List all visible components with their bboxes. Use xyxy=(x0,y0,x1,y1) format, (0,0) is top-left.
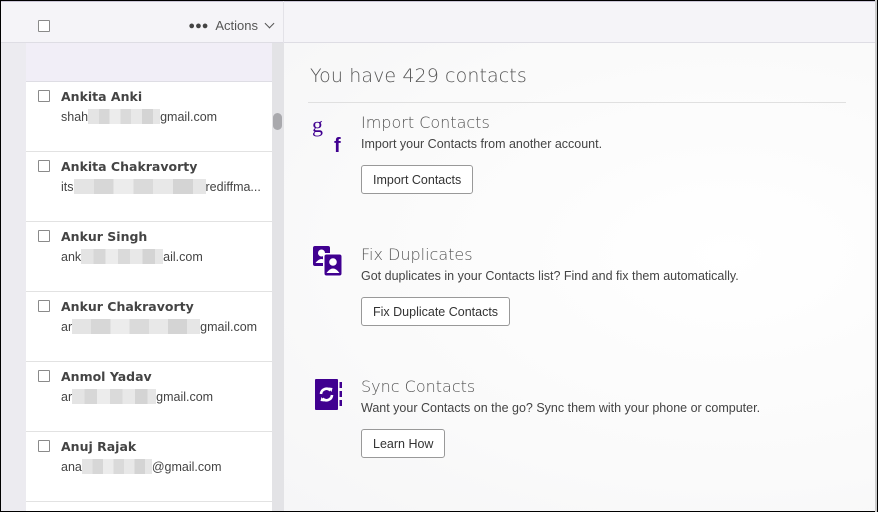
redacted-email-blur xyxy=(81,459,152,474)
section-description: Got duplicates in your Contacts list? Fi… xyxy=(361,269,739,283)
contact-checkbox[interactable] xyxy=(38,230,50,242)
section-description: Import your Contacts from another accoun… xyxy=(361,137,603,151)
email-prefix: its xyxy=(61,179,74,194)
import-contacts-button[interactable]: Import Contacts xyxy=(361,165,474,194)
contact-checkbox[interactable] xyxy=(38,90,50,102)
title-divider xyxy=(308,102,846,103)
email-prefix: ar xyxy=(61,389,73,404)
contact-email: ar gmail.com xyxy=(61,319,257,334)
left-gutter xyxy=(1,43,26,511)
contact-email: ank ail.com xyxy=(61,249,203,264)
email-prefix: ana xyxy=(61,459,82,474)
contact-row[interactable]: Ankita Anki shah gmail.com xyxy=(26,82,272,152)
redacted-email-blur xyxy=(72,319,201,334)
email-suffix: gmail.com xyxy=(200,319,258,334)
contact-row[interactable]: Anuj Rajak ana @gmail.com xyxy=(26,432,272,502)
email-suffix: gmail.com xyxy=(156,389,214,404)
duplicate-contacts-icon xyxy=(310,245,350,285)
email-suffix: @gmail.com xyxy=(151,459,222,474)
contact-email: shah gmail.com xyxy=(61,109,217,124)
contact-name: Ankur Singh xyxy=(61,229,148,244)
contact-checkbox[interactable] xyxy=(38,440,50,452)
contact-list: Ankita Anki shah gmail.com Ankita Chakravor… xyxy=(26,43,272,511)
contact-email: ana @gmail.com xyxy=(61,459,222,474)
redacted-email-blur xyxy=(81,249,164,264)
sync-contacts-icon xyxy=(310,377,350,417)
list-header: ●●● Actions xyxy=(26,1,284,43)
contact-name: Ankita Anki xyxy=(61,89,143,104)
contact-name: Ankur Chakravorty xyxy=(61,299,194,314)
window-edge xyxy=(875,0,877,512)
contact-name: Anmol Yadav xyxy=(61,369,152,384)
chevron-down-icon xyxy=(264,18,275,29)
contact-checkbox[interactable] xyxy=(38,160,50,172)
contact-name: Ankita Chakravorty xyxy=(61,159,198,174)
contact-row[interactable]: Ankita Chakravorty its rediffma... xyxy=(26,152,272,222)
redacted-email-blur xyxy=(88,109,161,124)
svg-text:g: g xyxy=(312,113,323,137)
redacted-email-blur xyxy=(73,179,206,194)
section-description: Want your Contacts on the go? Sync them … xyxy=(361,401,761,415)
contacts-overview-panel: You have 429 contacts g f Import Contact… xyxy=(284,43,876,511)
redacted-email-blur xyxy=(72,389,157,404)
contact-row[interactable]: Ankur Singh ank ail.com xyxy=(26,222,272,292)
actions-label: Actions xyxy=(215,18,258,33)
section-title: Fix Duplicates xyxy=(361,245,473,264)
email-suffix: ail.com xyxy=(163,249,203,264)
contact-email: its rediffma... xyxy=(61,179,261,194)
contact-email: ar gmail.com xyxy=(61,389,213,404)
contact-checkbox[interactable] xyxy=(38,370,50,382)
contact-count-title: You have 429 contacts xyxy=(310,65,527,87)
email-suffix: rediffma... xyxy=(205,179,261,194)
section-title: Import Contacts xyxy=(361,113,490,132)
email-prefix: ank xyxy=(61,249,82,264)
contact-checkbox[interactable] xyxy=(38,300,50,312)
contacts-window: ●●● Actions Ankita Anki shah gmail.com Anki… xyxy=(1,1,877,511)
scrollbar-thumb[interactable] xyxy=(273,113,282,130)
list-banner xyxy=(26,43,272,82)
fix-duplicate-contacts-button[interactable]: Fix Duplicate Contacts xyxy=(361,297,511,326)
contact-row[interactable]: Anmol Yadav ar gmail.com xyxy=(26,362,272,432)
email-suffix: gmail.com xyxy=(160,109,218,124)
contact-name: Anuj Rajak xyxy=(61,439,137,454)
google-facebook-icon: g f xyxy=(310,112,350,157)
ellipsis-icon: ●●● xyxy=(188,19,209,32)
select-all-checkbox[interactable] xyxy=(38,20,50,32)
section-title: Sync Contacts xyxy=(361,377,476,396)
email-prefix: shah xyxy=(61,109,89,124)
actions-menu-button[interactable]: ●●● Actions xyxy=(188,18,275,33)
svg-text:f: f xyxy=(334,135,341,157)
learn-how-button[interactable]: Learn How xyxy=(361,429,446,458)
email-prefix: ar xyxy=(61,319,73,334)
contact-row[interactable]: Ankur Chakravorty ar gmail.com xyxy=(26,292,272,362)
contact-list-scrollbar[interactable] xyxy=(272,43,284,511)
